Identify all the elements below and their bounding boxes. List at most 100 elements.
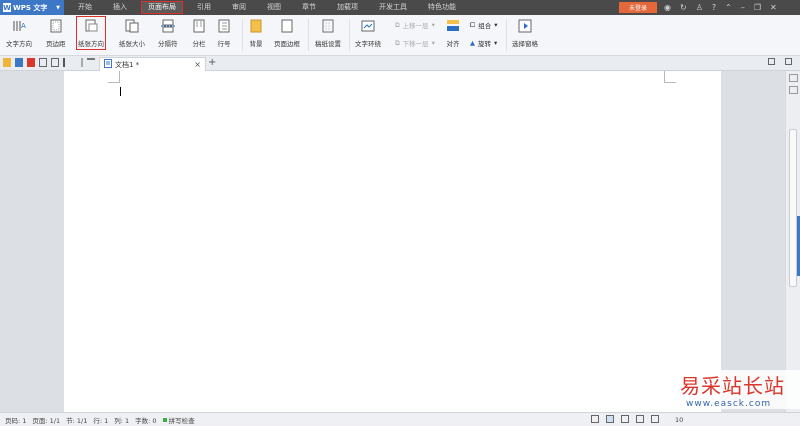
sync-icon[interactable]: ↻ xyxy=(680,3,687,12)
tab-strip-controls xyxy=(768,58,792,65)
status-section: 节: 1/1 xyxy=(66,416,88,425)
document-page[interactable] xyxy=(64,71,721,412)
rotate-button[interactable]: ▲ 旋转 ▾ xyxy=(470,38,497,48)
selection-pane-button[interactable]: 选择窗格 xyxy=(512,18,538,48)
document-tab-strip: 文档1 * × + xyxy=(0,56,800,71)
tab-document[interactable]: 文档1 * × xyxy=(99,57,206,71)
menu-references[interactable]: 引用 xyxy=(191,2,217,13)
scroll-up-icon[interactable] xyxy=(789,74,798,82)
help-icon[interactable]: ? xyxy=(712,3,716,12)
ruler-toggle-icon[interactable] xyxy=(789,86,798,94)
tab-menu-icon[interactable] xyxy=(785,58,792,65)
send-backward-icon: ⧉ xyxy=(395,38,400,47)
columns-icon xyxy=(192,18,206,34)
web-view-icon[interactable] xyxy=(636,415,644,423)
vertical-scrollbar[interactable] xyxy=(785,71,800,412)
wps-logo-icon: W xyxy=(3,3,11,12)
draft-paper-icon xyxy=(321,18,335,34)
close-tab-icon[interactable]: × xyxy=(194,60,201,69)
spell-check-status-icon xyxy=(162,417,167,422)
paper-size-button[interactable]: 纸张大小 xyxy=(119,18,145,48)
restore-icon[interactable]: ❐ xyxy=(754,3,761,12)
redo-icon[interactable] xyxy=(75,58,83,67)
columns-button[interactable]: 分栏 xyxy=(192,18,206,48)
menu-page-layout[interactable]: 页面布局 xyxy=(141,1,183,14)
menu-insert[interactable]: 插入 xyxy=(107,2,133,13)
caret-down-icon: ▼ xyxy=(56,4,60,11)
status-bar: 页码: 1 页面: 1/1 节: 1/1 行: 1 列: 1 字数: 0 拼写检… xyxy=(0,412,800,426)
bring-forward-icon: ⧉ xyxy=(395,20,400,29)
line-number-icon xyxy=(217,18,231,34)
menu-start[interactable]: 开始 xyxy=(72,2,98,13)
document-area xyxy=(0,71,785,412)
close-icon[interactable]: ✕ xyxy=(770,3,777,12)
align-button[interactable]: 对齐 xyxy=(446,18,460,48)
draft-paper-button[interactable]: 稿纸设置 xyxy=(315,18,341,48)
read-view-icon[interactable] xyxy=(651,415,659,423)
app-menu-button[interactable]: W WPS 文字 ▼ xyxy=(0,0,64,15)
status-word-count[interactable]: 字数: 0 xyxy=(135,415,156,425)
open-folder-icon[interactable] xyxy=(3,58,11,67)
status-row: 行: 1 xyxy=(93,416,109,425)
print-icon[interactable] xyxy=(39,58,47,67)
window-layout-icon[interactable] xyxy=(768,58,775,65)
collapse-ribbon-icon[interactable]: ⌃ xyxy=(725,3,732,12)
pdf-icon[interactable] xyxy=(27,58,35,67)
status-page-number: 页码: 1 xyxy=(5,416,27,425)
svg-text:A: A xyxy=(21,22,26,30)
quick-access-toolbar xyxy=(3,58,95,67)
rotate-icon: ▲ xyxy=(470,39,475,47)
menu-special[interactable]: 特色功能 xyxy=(422,2,462,13)
login-button[interactable]: 未登录 xyxy=(619,2,657,13)
ribbon-divider xyxy=(242,19,243,51)
menu-view[interactable]: 视图 xyxy=(261,2,287,13)
line-number-button[interactable]: 行号 xyxy=(217,18,231,48)
scroll-thumb[interactable] xyxy=(789,129,797,287)
page-border-icon xyxy=(280,18,294,34)
window-controls: ◉ ↻ ♙ ? ⌃ – ❐ ✕ xyxy=(664,0,777,15)
separator-button[interactable]: 分隔符 xyxy=(158,18,178,48)
watermark-url: www.easck.com xyxy=(686,399,772,409)
status-pages: 页面: 1/1 xyxy=(32,416,61,425)
customize-icon[interactable] xyxy=(87,58,95,67)
preview-icon[interactable] xyxy=(51,58,59,67)
save-icon[interactable] xyxy=(15,58,23,67)
menu-review[interactable]: 审阅 xyxy=(226,2,252,13)
outline-view-icon[interactable] xyxy=(621,415,629,423)
paper-size-icon xyxy=(125,18,139,34)
text-direction-icon: A xyxy=(12,18,26,34)
text-wrap-icon xyxy=(361,18,375,34)
minimize-icon[interactable]: – xyxy=(741,3,745,12)
ribbon-divider xyxy=(506,19,507,51)
margin-corner-top-left xyxy=(108,71,120,83)
site-watermark: 易采站长站 www.easck.com xyxy=(680,370,800,409)
send-backward-button[interactable]: ⧉ 下移一层 ▾ xyxy=(395,38,435,49)
undo-icon[interactable] xyxy=(63,58,71,67)
text-wrap-button[interactable]: 文字环绕 xyxy=(355,18,381,48)
menu-developer[interactable]: 开发工具 xyxy=(373,2,413,13)
page-view-icon[interactable] xyxy=(606,415,614,423)
eye-protection-icon[interactable] xyxy=(591,415,599,423)
page-border-button[interactable]: 页面边框 xyxy=(274,18,300,48)
document-icon xyxy=(104,59,112,70)
margins-button[interactable]: 页边距 xyxy=(46,18,66,48)
selection-pane-icon xyxy=(518,18,532,34)
group-icon: ⧠ xyxy=(470,20,476,29)
shirt-icon[interactable]: ♙ xyxy=(696,3,703,12)
spell-check-toggle[interactable]: 拼写检查 xyxy=(162,415,195,425)
menu-addins[interactable]: 加载项 xyxy=(331,2,364,13)
bring-forward-button[interactable]: ⧉ 上移一层 ▾ xyxy=(395,20,435,31)
text-direction-button[interactable]: A 文字方向 xyxy=(6,18,32,48)
skin-icon[interactable]: ◉ xyxy=(664,3,671,12)
zoom-level[interactable]: 10 xyxy=(675,416,683,424)
new-tab-icon[interactable]: + xyxy=(208,57,216,68)
menu-chapter[interactable]: 章节 xyxy=(296,2,322,13)
orientation-button[interactable]: 纸张方向 xyxy=(76,16,106,50)
ribbon-page-layout: A 文字方向 页边距 纸张方向 纸张大小 分隔符 分栏 行号 背景 页面边框 稿… xyxy=(0,15,800,56)
separator-icon xyxy=(160,18,175,34)
main-menu: 开始 插入 页面布局 引用 审阅 视图 章节 加载项 开发工具 特色功能 xyxy=(72,0,471,15)
ribbon-divider xyxy=(308,19,309,51)
background-button[interactable]: 背景 xyxy=(249,18,263,48)
group-button[interactable]: ⧠ 组合 ▾ xyxy=(470,20,497,31)
margins-icon xyxy=(49,18,63,34)
